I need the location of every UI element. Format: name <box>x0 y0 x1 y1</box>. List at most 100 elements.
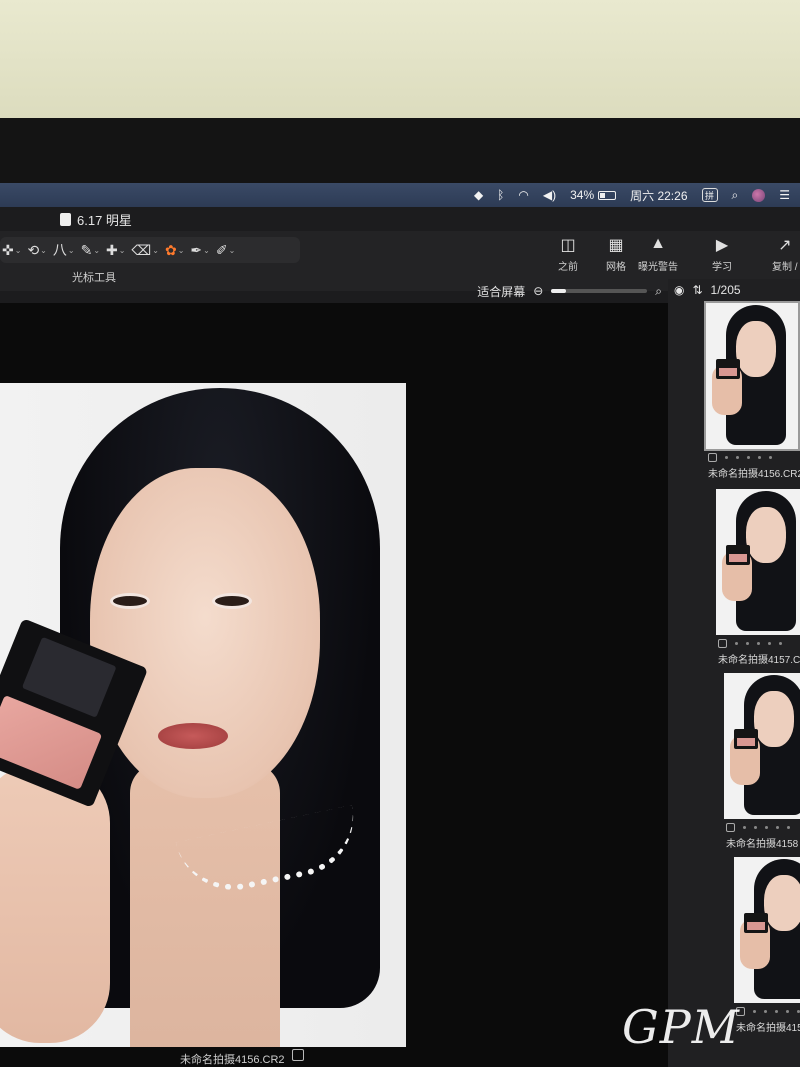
thumbnail-checkbox[interactable] <box>708 453 717 462</box>
rating-dot[interactable] <box>743 826 746 829</box>
pointer-icon: ✜ <box>2 241 14 258</box>
grid-button[interactable]: ▦ 网格 <box>606 235 626 273</box>
rating-dot[interactable] <box>765 826 768 829</box>
thumbnail[interactable] <box>724 673 800 819</box>
photo-hand <box>0 763 110 1043</box>
before-after-button[interactable]: ◫ 之前 <box>558 235 578 273</box>
ime-icon[interactable]: 拼 <box>701 188 718 202</box>
rating-dot[interactable] <box>769 456 772 459</box>
thumbnail-filename: 未命名拍摄4157.CR2 <box>718 655 800 666</box>
wifi-icon[interactable]: ◠ <box>518 188 528 202</box>
straighten-icon: 八 <box>52 242 67 258</box>
rating-dot[interactable] <box>768 642 771 645</box>
rating-dot[interactable] <box>735 642 738 645</box>
rating-dot[interactable] <box>787 826 790 829</box>
chevron-down-icon: ⌄ <box>118 245 126 255</box>
chevron-down-icon: ⌄ <box>177 245 185 255</box>
bear-icon[interactable]: ◆ <box>474 188 483 202</box>
thumbnail[interactable] <box>716 489 800 635</box>
pen-tool-button[interactable]: ✐ ⌄ <box>216 242 235 259</box>
rating-dot[interactable] <box>779 642 782 645</box>
zoom-slider[interactable] <box>551 289 648 293</box>
rating-dot[interactable] <box>786 1010 789 1013</box>
thumbnail-filename: 未命名拍摄4156.CR2 <box>708 469 800 480</box>
volume-icon[interactable]: ◀) <box>543 188 556 202</box>
clone-icon: ✒ <box>190 241 203 258</box>
clone-tool-button[interactable]: ✒ ⌄ <box>190 242 209 259</box>
image-viewer[interactable]: 未命名拍摄4156.CR2 <box>0 303 668 1067</box>
pointer-tool-button[interactable]: ✜ ⌄ <box>2 242 21 259</box>
thumbnail-meta: 未命名拍摄4158 <box>726 823 800 850</box>
photo-face <box>90 468 320 798</box>
rating-dot[interactable] <box>758 456 761 459</box>
control-center-icon[interactable]: ☰ <box>779 188 790 202</box>
photo-select-checkbox[interactable] <box>292 1049 304 1061</box>
thumbnail-face <box>746 507 786 563</box>
image-counter: 1/205 <box>710 283 741 297</box>
zoom-fit-button[interactable]: 适合屏幕 <box>477 283 525 300</box>
rating-dot[interactable] <box>754 826 757 829</box>
eye-icon[interactable]: ◉ <box>674 283 684 297</box>
browser-panel: ◉ ⇅ 1/205 未命名拍摄4156.CR2 未命名拍摄4157.CR2 未命名拍… <box>668 279 800 1067</box>
thumbnail-meta: 未命名拍摄4157.CR2 <box>718 639 800 666</box>
learn-icon: ▶ <box>715 237 729 254</box>
chevron-down-icon: ⌄ <box>67 245 75 255</box>
learn-label: 学习 <box>712 262 732 273</box>
screen: ◆ ᛒ ◠ ◀) 34% 周六 22:26 拼 ⌕ ☰ 6.17 明星 ✜ ⌄ ⟲ ⌄… <box>0 183 800 1067</box>
photo-lips <box>158 723 228 749</box>
before-after-label: 之前 <box>558 262 578 273</box>
bluetooth-icon[interactable]: ᛒ <box>497 188 504 202</box>
rating-dot[interactable] <box>746 642 749 645</box>
thumbnail-filename: 未命名拍摄4158 <box>726 839 799 850</box>
magnifier-icon[interactable]: ⌕ <box>655 284 662 299</box>
chevron-down-icon: ⌄ <box>40 245 47 255</box>
copy-icon: ↗ <box>778 237 792 254</box>
exposure-warning-button[interactable]: ▲ 曝光警告 <box>638 235 678 273</box>
healing-brush-tool-button[interactable]: ✿ ⌄ <box>165 242 184 259</box>
battery-status[interactable]: 34% <box>570 188 617 202</box>
photo-neck <box>130 763 280 1047</box>
document-icon <box>60 212 71 226</box>
learn-button[interactable]: ▶ 学习 <box>712 235 732 273</box>
photo-eye-right <box>212 593 252 609</box>
healing-brush-icon: ✿ <box>164 241 177 258</box>
eraser-tool-button[interactable]: ⌫ ⌄ <box>131 242 159 259</box>
copy-button[interactable]: ↗ 复制 / <box>772 235 798 273</box>
rating-dot[interactable] <box>736 456 739 459</box>
before-after-icon: ◫ <box>560 237 576 254</box>
rating-dot[interactable] <box>764 1010 767 1013</box>
exposure-warning-label: 曝光警告 <box>638 262 678 273</box>
bandage-tool-button[interactable]: ✚ ⌄ <box>106 242 125 259</box>
exposure-warning-icon: ▲ <box>650 235 666 252</box>
rating-dot[interactable] <box>747 456 750 459</box>
zoom-icon[interactable]: ⊖ <box>533 284 543 298</box>
rating-dot[interactable] <box>725 456 728 459</box>
rating-dot[interactable] <box>753 1010 756 1013</box>
rating-dot[interactable] <box>757 642 760 645</box>
user-avatar[interactable] <box>752 188 766 202</box>
straighten-tool-button[interactable]: 八 ⌄ <box>53 240 75 260</box>
thumbnail[interactable] <box>734 857 800 1003</box>
zoom-slider-fill <box>551 289 566 293</box>
sort-icon[interactable]: ⇅ <box>692 283 702 297</box>
menubar: ◆ ᛒ ◠ ◀) 34% 周六 22:26 拼 ⌕ ☰ <box>0 183 800 207</box>
chevron-down-icon: ⌄ <box>14 245 22 255</box>
thumbnail[interactable] <box>704 301 800 451</box>
thumbnail-rating <box>736 1007 800 1016</box>
thumbnail-checkbox[interactable] <box>718 639 727 648</box>
rating-dot[interactable] <box>775 1010 778 1013</box>
watermark-logo: GPM <box>622 1000 740 1054</box>
thumbnail-face <box>754 691 794 747</box>
thumbnail-case <box>734 729 758 749</box>
rating-dot[interactable] <box>776 826 779 829</box>
chevron-down-icon: ⌄ <box>152 245 159 255</box>
thumbnail-case <box>726 545 750 565</box>
chevron-down-icon: ⌄ <box>228 245 236 255</box>
brush-tool-button[interactable]: ✎ ⌄ <box>81 242 100 259</box>
search-icon[interactable]: ⌕ <box>732 188 739 203</box>
thumbnail-face <box>764 875 800 931</box>
thumbnail-checkbox[interactable] <box>726 823 735 832</box>
rotate-tool-button[interactable]: ⟲ ⌄ <box>27 242 46 259</box>
grid-label: 网格 <box>606 262 626 273</box>
clock[interactable]: 周六 22:26 <box>630 187 687 204</box>
